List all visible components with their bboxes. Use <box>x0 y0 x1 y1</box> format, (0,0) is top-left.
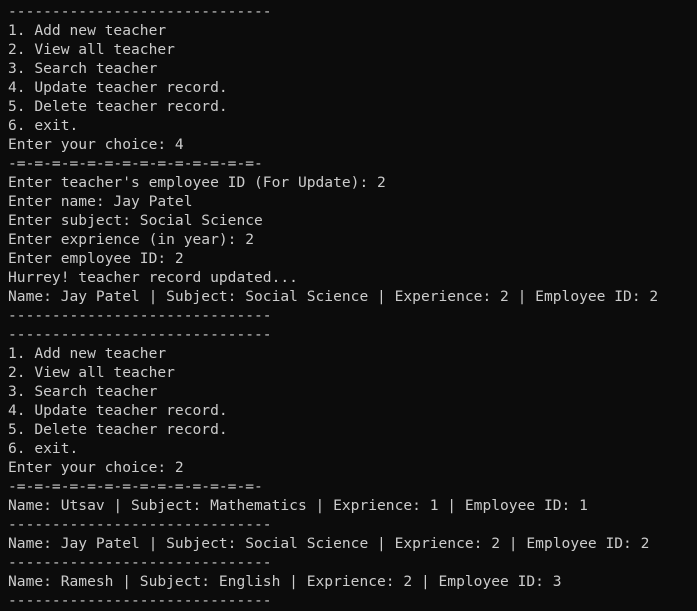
menu-option-exit: 6. exit. <box>8 117 79 134</box>
menu-option-view: 2. View all teacher <box>8 41 175 58</box>
separator-line: ------------------------------ <box>8 307 272 324</box>
name-prompt: Enter name: Jay Patel <box>8 193 193 210</box>
menu-option-view: 2. View all teacher <box>8 364 175 381</box>
employee-id-prompt: Enter teacher's employee ID (For Update)… <box>8 174 386 191</box>
separator-line: ------------------------------ <box>8 554 272 571</box>
choice-prompt: Enter your choice: 4 <box>8 136 184 153</box>
menu-option-exit: 6. exit. <box>8 440 79 457</box>
menu-option-add: 1. Add new teacher <box>8 345 167 362</box>
separator-line: ------------------------------ <box>8 592 272 609</box>
subject-prompt: Enter subject: Social Science <box>8 212 263 229</box>
teacher-record-line: Name: Utsav | Subject: Mathematics | Exp… <box>8 497 588 514</box>
menu-option-delete: 5. Delete teacher record. <box>8 421 228 438</box>
experience-prompt: Enter exprience (in year): 2 <box>8 231 255 248</box>
teacher-record-line: Name: Ramesh | Subject: English | Exprie… <box>8 573 562 590</box>
decorative-separator: -=-=-=-=-=-=-=-=-=-=-=-=-=-=- <box>8 478 263 495</box>
menu-option-delete: 5. Delete teacher record. <box>8 98 228 115</box>
employee-id-entry: Enter employee ID: 2 <box>8 250 184 267</box>
teacher-record-line: Name: Jay Patel | Subject: Social Scienc… <box>8 535 650 552</box>
menu-option-update: 4. Update teacher record. <box>8 402 228 419</box>
menu-option-search: 3. Search teacher <box>8 60 158 77</box>
decorative-separator: -=-=-=-=-=-=-=-=-=-=-=-=-=-=- <box>8 155 263 172</box>
terminal-output[interactable]: ------------------------------ 1. Add ne… <box>0 0 697 611</box>
separator-line: ------------------------------ <box>8 516 272 533</box>
menu-option-search: 3. Search teacher <box>8 383 158 400</box>
updated-record-line: Name: Jay Patel | Subject: Social Scienc… <box>8 288 659 305</box>
update-success-message: Hurrey! teacher record updated... <box>8 269 298 286</box>
menu-option-add: 1. Add new teacher <box>8 22 167 39</box>
menu-option-update: 4. Update teacher record. <box>8 79 228 96</box>
separator-line: ------------------------------ <box>8 3 272 20</box>
choice-prompt: Enter your choice: 2 <box>8 459 184 476</box>
separator-line: ------------------------------ <box>8 326 272 343</box>
